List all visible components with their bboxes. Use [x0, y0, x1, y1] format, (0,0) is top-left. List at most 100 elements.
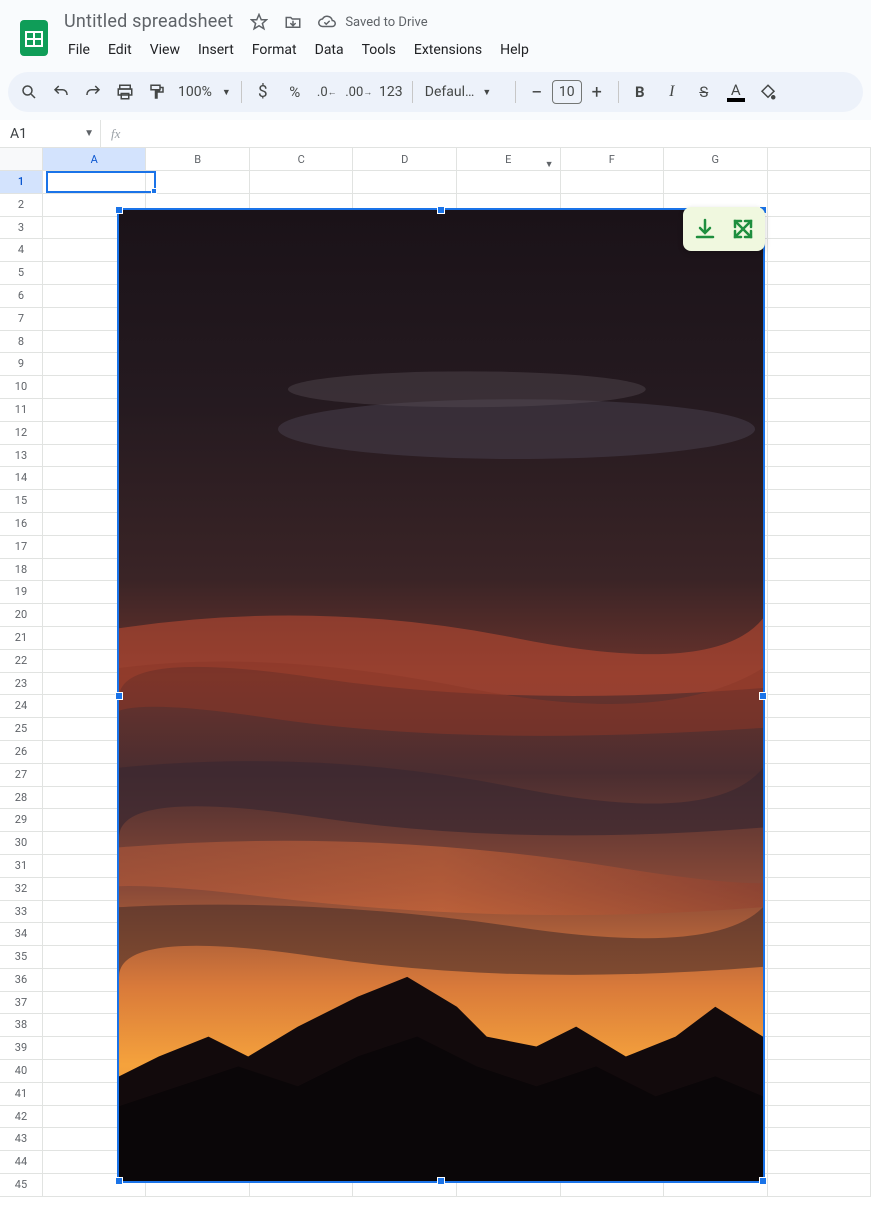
row-header[interactable]: 36 — [0, 969, 43, 992]
increase-font-icon[interactable]: + — [582, 77, 612, 107]
resize-handle-w[interactable] — [115, 692, 123, 700]
cell[interactable] — [768, 832, 871, 855]
row-header[interactable]: 12 — [0, 422, 43, 445]
row-header[interactable]: 13 — [0, 445, 43, 468]
row-header[interactable]: 45 — [0, 1174, 43, 1197]
italic-icon[interactable]: I — [657, 77, 687, 107]
cell[interactable] — [768, 764, 871, 787]
expand-image-icon[interactable] — [731, 217, 755, 241]
menu-extensions[interactable]: Extensions — [406, 38, 490, 62]
increase-decimal-icon[interactable]: .00→ — [344, 77, 374, 107]
cell[interactable] — [768, 445, 871, 468]
embedded-image[interactable] — [117, 208, 765, 1183]
row-header[interactable]: 37 — [0, 992, 43, 1015]
cell[interactable] — [768, 536, 871, 559]
cell[interactable] — [768, 809, 871, 832]
print-icon[interactable] — [110, 77, 140, 107]
row-header[interactable]: 26 — [0, 741, 43, 764]
cell[interactable] — [768, 194, 871, 217]
row-header[interactable]: 28 — [0, 787, 43, 810]
cell[interactable] — [768, 308, 871, 331]
cell[interactable] — [768, 1128, 871, 1151]
row-header[interactable]: 21 — [0, 627, 43, 650]
row-header[interactable]: 32 — [0, 878, 43, 901]
row-header[interactable]: 17 — [0, 536, 43, 559]
move-icon[interactable] — [279, 8, 307, 36]
cell[interactable] — [353, 171, 457, 194]
decrease-decimal-icon[interactable]: .0← — [312, 77, 342, 107]
strikethrough-icon[interactable]: S — [689, 77, 719, 107]
resize-handle-sw[interactable] — [115, 1177, 123, 1185]
row-header[interactable]: 27 — [0, 764, 43, 787]
percent-icon[interactable]: % — [280, 77, 310, 107]
number-format-icon[interactable]: 123 — [376, 77, 406, 107]
menu-file[interactable]: File — [60, 38, 98, 62]
redo-icon[interactable] — [78, 77, 108, 107]
cell[interactable] — [768, 946, 871, 969]
column-filter-icon[interactable]: ▼ — [545, 154, 554, 177]
row-header[interactable]: 42 — [0, 1106, 43, 1129]
cell[interactable] — [768, 1106, 871, 1129]
row-header[interactable]: 40 — [0, 1060, 43, 1083]
column-header[interactable]: G — [664, 148, 768, 170]
row-header[interactable]: 24 — [0, 695, 43, 718]
row-header[interactable]: 43 — [0, 1128, 43, 1151]
cell[interactable] — [768, 262, 871, 285]
menu-insert[interactable]: Insert — [190, 38, 242, 62]
cell[interactable] — [43, 171, 147, 194]
row-header[interactable]: 38 — [0, 1014, 43, 1037]
font-dropdown[interactable]: Defaul…▼ — [419, 84, 509, 100]
row-header[interactable]: 25 — [0, 718, 43, 741]
name-box[interactable]: A1▼ — [0, 126, 100, 142]
cell[interactable] — [768, 923, 871, 946]
cell[interactable] — [250, 171, 354, 194]
menu-tools[interactable]: Tools — [354, 38, 404, 62]
row-header[interactable]: 4 — [0, 239, 43, 262]
row-header[interactable]: 11 — [0, 399, 43, 422]
cell[interactable] — [768, 695, 871, 718]
row-header[interactable]: 10 — [0, 376, 43, 399]
row-header[interactable]: 29 — [0, 809, 43, 832]
column-header[interactable]: F — [561, 148, 665, 170]
cell[interactable] — [768, 787, 871, 810]
zoom-dropdown[interactable]: 100%▼ — [174, 84, 235, 100]
cell[interactable] — [768, 1060, 871, 1083]
row-header[interactable]: 44 — [0, 1151, 43, 1174]
cell[interactable] — [768, 467, 871, 490]
undo-icon[interactable] — [46, 77, 76, 107]
sheets-logo[interactable] — [14, 18, 54, 58]
cell[interactable] — [768, 513, 871, 536]
select-all-corner[interactable] — [0, 148, 43, 170]
column-header[interactable]: C — [250, 148, 354, 170]
row-header[interactable]: 20 — [0, 604, 43, 627]
cell[interactable] — [768, 1151, 871, 1174]
resize-handle-se[interactable] — [759, 1177, 767, 1185]
cell[interactable] — [768, 559, 871, 582]
cell[interactable] — [768, 1174, 871, 1197]
row-header[interactable]: 14 — [0, 467, 43, 490]
row-header[interactable]: 6 — [0, 285, 43, 308]
cell[interactable] — [768, 171, 871, 194]
row-header[interactable]: 2 — [0, 194, 43, 217]
menu-format[interactable]: Format — [244, 38, 305, 62]
row-header[interactable]: 35 — [0, 946, 43, 969]
cell[interactable] — [768, 422, 871, 445]
cell[interactable] — [768, 901, 871, 924]
column-header[interactable]: E▼ — [457, 148, 561, 170]
column-header[interactable]: D — [353, 148, 457, 170]
cell[interactable] — [768, 285, 871, 308]
currency-icon[interactable]: $ — [248, 77, 278, 107]
star-icon[interactable] — [245, 8, 273, 36]
cell[interactable] — [768, 1083, 871, 1106]
row-header[interactable]: 15 — [0, 490, 43, 513]
row-header[interactable]: 9 — [0, 353, 43, 376]
row-header[interactable]: 19 — [0, 581, 43, 604]
cell[interactable] — [768, 878, 871, 901]
cloud-saved-icon[interactable]: Saved to Drive — [313, 8, 431, 36]
column-header[interactable] — [768, 148, 871, 170]
document-title[interactable]: Untitled spreadsheet — [60, 11, 239, 33]
text-color-icon[interactable]: A — [721, 77, 751, 107]
cell[interactable] — [768, 217, 871, 240]
row-header[interactable]: 3 — [0, 217, 43, 240]
cell[interactable] — [768, 239, 871, 262]
